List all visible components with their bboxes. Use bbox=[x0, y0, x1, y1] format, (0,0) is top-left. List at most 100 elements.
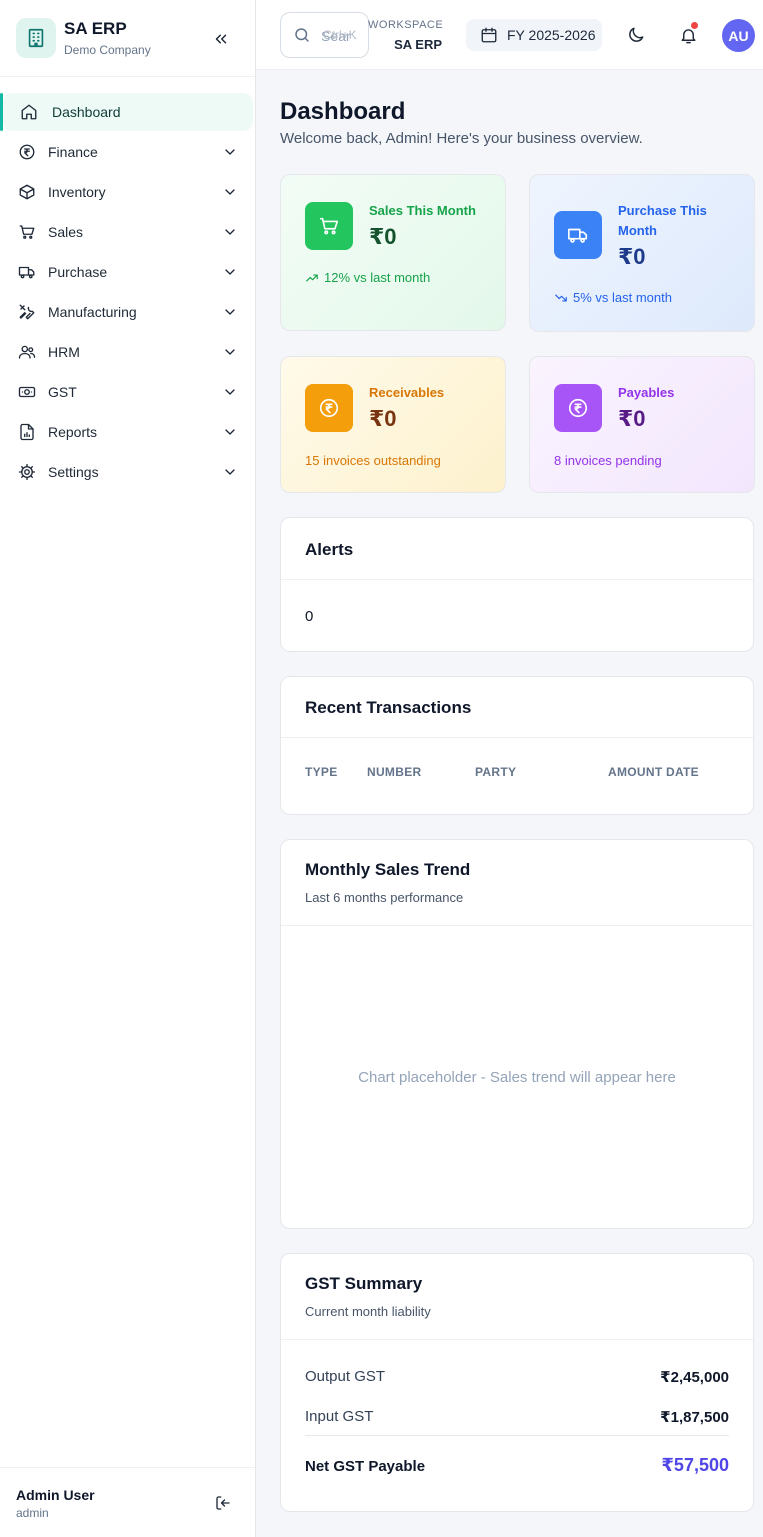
cart-icon bbox=[18, 223, 36, 241]
sidebar-item-gst[interactable]: GST bbox=[0, 373, 255, 411]
gst-summary-card: GST Summary Current month liability Outp… bbox=[280, 1253, 754, 1512]
sidebar-item-inventory[interactable]: Inventory bbox=[0, 173, 255, 211]
gst-subtitle: Current month liability bbox=[305, 1304, 431, 1319]
stat-card-payables[interactable]: Payables ₹0 8 invoices pending bbox=[529, 356, 755, 493]
sales-trend-card: Monthly Sales Trend Last 6 months perfor… bbox=[280, 839, 754, 1229]
sidebar-item-dashboard[interactable]: Dashboard bbox=[0, 93, 253, 131]
file-chart-icon bbox=[18, 423, 36, 441]
tools-icon bbox=[18, 303, 36, 321]
workspace-selector[interactable]: WORKSPACE SA ERP bbox=[368, 18, 444, 53]
collapse-sidebar-button[interactable] bbox=[208, 26, 234, 52]
gst-output-row: Output GST ₹2,45,000 bbox=[305, 1356, 729, 1396]
stat-note: 8 invoices pending bbox=[554, 453, 662, 468]
alerts-count: 0 bbox=[305, 608, 314, 625]
chart-placeholder: Chart placeholder - Sales trend will app… bbox=[358, 1068, 676, 1086]
logout-button[interactable] bbox=[212, 1492, 234, 1514]
stat-trend: 5% vs last month bbox=[554, 290, 672, 305]
trend-subtitle: Last 6 months performance bbox=[305, 890, 464, 905]
stat-label: Payables bbox=[618, 385, 675, 400]
transactions-title: Recent Transactions bbox=[305, 698, 472, 717]
sidebar-item-hrm[interactable]: HRM bbox=[0, 333, 255, 371]
calendar-icon bbox=[481, 27, 497, 43]
stat-label: Sales This Month bbox=[369, 203, 476, 218]
column-header: PARTY bbox=[475, 765, 517, 779]
stat-card-receivables[interactable]: Receivables ₹0 15 invoices outstanding bbox=[280, 356, 506, 493]
chevron-down-icon bbox=[225, 309, 235, 315]
sidebar-item-finance[interactable]: Finance bbox=[0, 133, 255, 171]
recent-transactions-card: Recent Transactions TYPE NUMBER PARTY AM… bbox=[280, 676, 754, 815]
sidebar-item-reports[interactable]: Reports bbox=[0, 413, 255, 451]
user-name: Admin User bbox=[16, 1487, 95, 1503]
sidebar-item-settings[interactable]: Settings bbox=[0, 453, 255, 491]
stat-value: ₹0 bbox=[618, 244, 646, 269]
chevron-down-icon bbox=[225, 229, 235, 235]
sidebar-item-label: Sales bbox=[48, 224, 84, 240]
column-header: AMOUNT bbox=[608, 765, 663, 779]
stat-trend-text: 12% vs last month bbox=[324, 270, 431, 285]
rupee-circle-icon bbox=[305, 384, 353, 432]
truck-icon bbox=[554, 211, 602, 259]
trending-up-icon bbox=[306, 274, 318, 281]
fiscal-year-selector[interactable]: FY 2025-2026 bbox=[466, 19, 602, 51]
stat-value: ₹0 bbox=[369, 224, 397, 249]
cart-icon bbox=[305, 202, 353, 250]
top-bar: Sear Ctrl+K WORKSPACE SA ERP FY 2025-202… bbox=[256, 0, 763, 70]
sidebar-item-sales[interactable]: Sales bbox=[0, 213, 255, 251]
rupee-circle-icon bbox=[554, 384, 602, 432]
chevron-down-icon bbox=[225, 469, 235, 475]
user-role: admin bbox=[16, 1506, 49, 1520]
sidebar-item-label: Inventory bbox=[48, 184, 106, 200]
building-icon bbox=[16, 18, 56, 58]
sidebar-item-manufacturing[interactable]: Manufacturing bbox=[0, 293, 255, 331]
box-icon bbox=[18, 183, 36, 201]
sidebar-item-label: Manufacturing bbox=[48, 304, 137, 320]
alerts-card: Alerts 0 bbox=[280, 517, 754, 652]
page-title: Dashboard bbox=[280, 98, 406, 125]
sidebar-item-label: Dashboard bbox=[52, 104, 121, 120]
sidebar: SA ERP Demo Company Dashboard Finance In… bbox=[0, 0, 256, 1537]
gst-net-label: Net GST Payable bbox=[305, 1458, 426, 1475]
avatar[interactable]: AU bbox=[722, 19, 755, 52]
sidebar-nav: Dashboard Finance Inventory Sales Purcha… bbox=[0, 77, 255, 491]
transactions-table-header: TYPE NUMBER PARTY AMOUNT DATE bbox=[281, 738, 753, 814]
sidebar-item-label: HRM bbox=[48, 344, 80, 360]
column-header: TYPE bbox=[305, 765, 338, 779]
home-icon bbox=[20, 103, 38, 121]
fiscal-year-label: FY 2025-2026 bbox=[507, 27, 596, 43]
sidebar-item-purchase[interactable]: Purchase bbox=[0, 253, 255, 291]
gst-input-row: Input GST ₹1,87,500 bbox=[305, 1396, 729, 1436]
gst-net-row: Net GST Payable ₹57,500 bbox=[305, 1436, 729, 1486]
workspace-label: WORKSPACE bbox=[368, 19, 444, 31]
trending-down-icon bbox=[555, 294, 567, 301]
notifications-button[interactable] bbox=[675, 22, 701, 48]
sidebar-item-label: Finance bbox=[48, 144, 98, 160]
gst-title: GST Summary bbox=[305, 1274, 423, 1293]
stat-label: Receivables bbox=[369, 385, 445, 400]
stat-trend: 12% vs last month bbox=[305, 270, 430, 285]
logout-icon bbox=[216, 1496, 230, 1510]
app-name: SA ERP bbox=[64, 18, 127, 38]
chevron-down-icon bbox=[225, 389, 235, 395]
workspace-name: SA ERP bbox=[394, 37, 442, 52]
theme-toggle-button[interactable] bbox=[623, 22, 649, 48]
trend-title: Monthly Sales Trend bbox=[305, 860, 471, 879]
search-shortcut: Ctrl+K bbox=[323, 28, 357, 42]
rupee-circle-icon bbox=[18, 143, 36, 161]
sidebar-item-label: Purchase bbox=[48, 264, 108, 280]
company-name: Demo Company bbox=[64, 42, 151, 57]
search-input[interactable]: Sear Ctrl+K bbox=[280, 12, 369, 58]
alerts-title: Alerts bbox=[305, 540, 354, 559]
banknote-icon bbox=[18, 383, 36, 401]
moon-icon bbox=[629, 27, 644, 42]
column-header: NUMBER bbox=[367, 765, 422, 779]
truck-icon bbox=[18, 263, 36, 281]
gst-input-value: ₹1,87,500 bbox=[660, 1409, 729, 1426]
stat-card-purchase[interactable]: Purchase This Month ₹0 5% vs last month bbox=[529, 174, 755, 332]
stat-label: Purchase This Month bbox=[618, 203, 707, 238]
users-icon bbox=[18, 343, 36, 361]
double-chevron-left-icon bbox=[215, 34, 227, 44]
stat-card-sales[interactable]: Sales This Month ₹0 12% vs last month bbox=[280, 174, 506, 331]
stat-note: 15 invoices outstanding bbox=[305, 453, 441, 468]
sidebar-user-panel: Admin User admin bbox=[0, 1467, 255, 1537]
stat-trend-text: 5% vs last month bbox=[573, 290, 672, 305]
